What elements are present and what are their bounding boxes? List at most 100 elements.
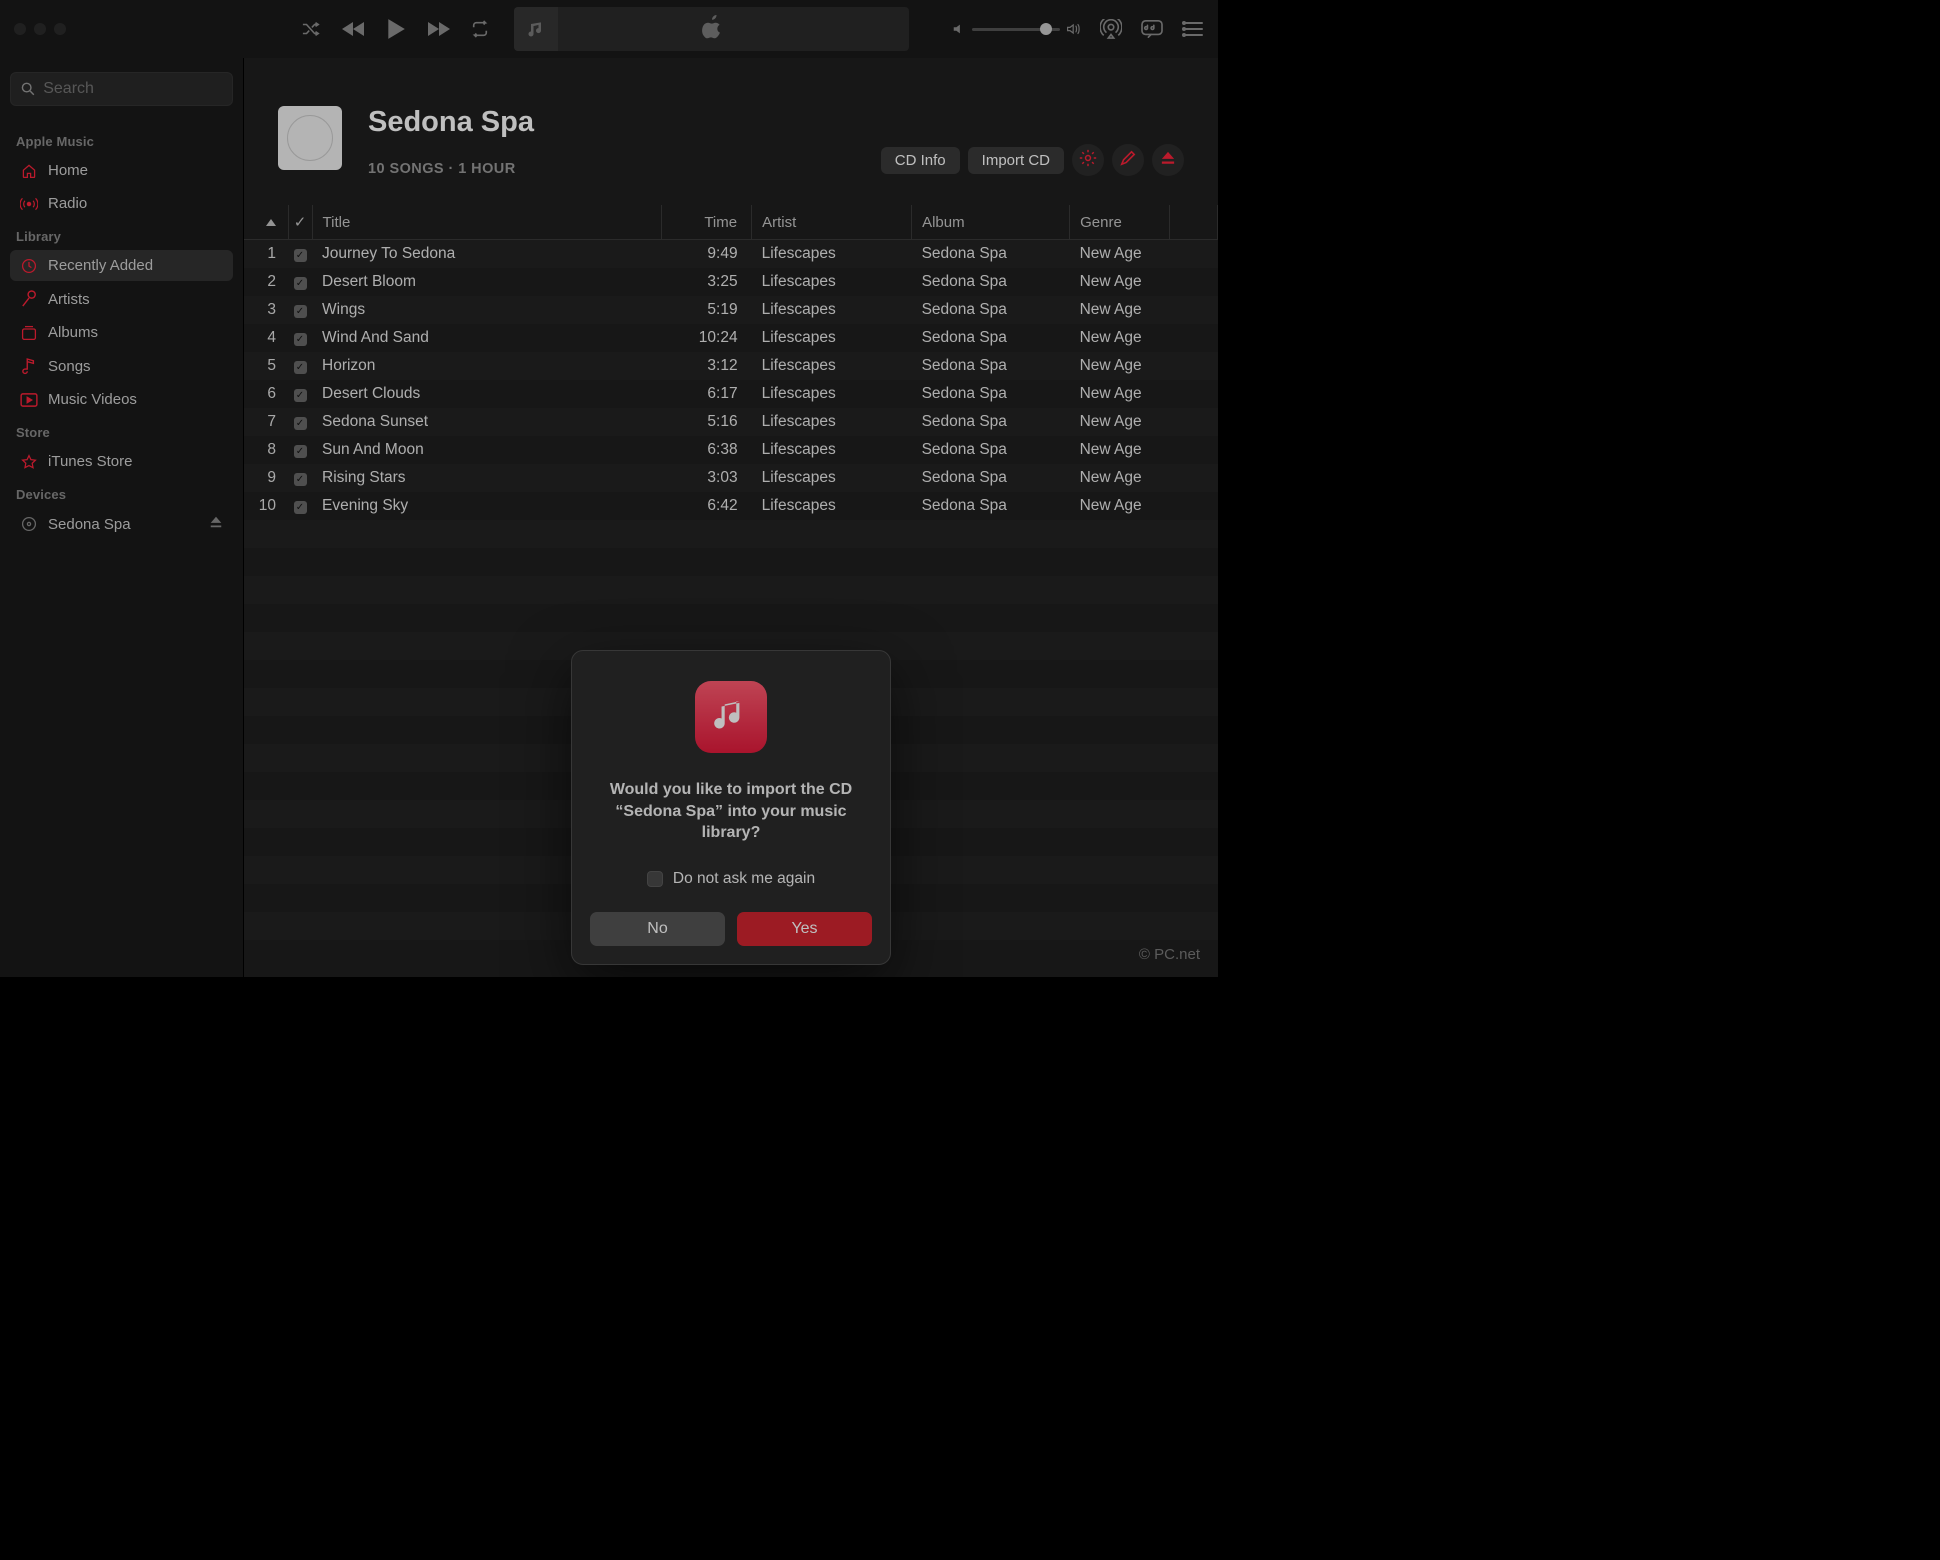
watermark: © PC.net — [1139, 946, 1200, 963]
track-checked[interactable]: ✓ — [288, 436, 312, 464]
table-row[interactable]: 3✓Wings5:19LifescapesSedona SpaNew Age — [244, 296, 1218, 324]
sidebar-item-home[interactable]: Home — [10, 155, 233, 186]
table-row[interactable]: 1✓Journey To Sedona9:49LifescapesSedona … — [244, 240, 1218, 268]
track-artist: Lifescapes — [752, 436, 912, 464]
pencil-icon — [1120, 150, 1136, 171]
track-time: 6:42 — [662, 492, 752, 520]
track-time: 6:17 — [662, 380, 752, 408]
search-icon — [21, 81, 35, 97]
col-time[interactable]: Time — [662, 205, 752, 240]
track-checked[interactable]: ✓ — [288, 464, 312, 492]
sidebar-item-label: Songs — [48, 358, 91, 375]
track-checked[interactable]: ✓ — [288, 492, 312, 520]
sidebar-item-albums[interactable]: Albums — [10, 317, 233, 348]
import-dialog: Would you like to import the CD “Sedona … — [571, 650, 891, 965]
lyrics-icon[interactable] — [1140, 19, 1164, 39]
yes-button[interactable]: Yes — [737, 912, 872, 946]
track-genre: New Age — [1070, 296, 1170, 324]
window-controls[interactable] — [14, 23, 66, 35]
eject-icon[interactable] — [209, 515, 223, 533]
eject-icon — [1160, 151, 1176, 170]
settings-button[interactable] — [1072, 144, 1104, 176]
repeat-icon[interactable] — [470, 20, 490, 38]
track-artist: Lifescapes — [752, 240, 912, 268]
track-genre: New Age — [1070, 324, 1170, 352]
sidebar-item-music-videos[interactable]: Music Videos — [10, 384, 233, 415]
search-field[interactable] — [10, 72, 233, 106]
track-time: 3:25 — [662, 268, 752, 296]
sidebar-item-songs[interactable]: Songs — [10, 350, 233, 382]
play-icon[interactable] — [386, 18, 406, 40]
track-checked[interactable]: ✓ — [288, 408, 312, 436]
col-number[interactable] — [244, 205, 288, 240]
table-row[interactable]: 4✓Wind And Sand10:24LifescapesSedona Spa… — [244, 324, 1218, 352]
track-time: 9:49 — [662, 240, 752, 268]
volume-slider[interactable] — [952, 22, 1082, 36]
col-extra[interactable] — [1170, 205, 1218, 240]
track-title: Sedona Sunset — [312, 408, 662, 436]
sidebar-item-radio[interactable]: Radio — [10, 188, 233, 219]
import-cd-button[interactable]: Import CD — [968, 147, 1064, 174]
cd-info-button[interactable]: CD Info — [881, 147, 960, 174]
track-checked[interactable]: ✓ — [288, 240, 312, 268]
track-genre: New Age — [1070, 408, 1170, 436]
sidebar-item-artists[interactable]: Artists — [10, 283, 233, 315]
track-checked[interactable]: ✓ — [288, 380, 312, 408]
airplay-icon[interactable] — [1100, 19, 1122, 39]
track-number: 5 — [244, 352, 288, 380]
sidebar-item-label: Sedona Spa — [48, 516, 131, 533]
disc-icon — [20, 516, 38, 532]
track-time: 3:12 — [662, 352, 752, 380]
sidebar: Apple Music Home Radio Library Recently … — [0, 58, 244, 977]
track-number: 6 — [244, 380, 288, 408]
track-genre: New Age — [1070, 352, 1170, 380]
track-genre: New Age — [1070, 380, 1170, 408]
col-title[interactable]: Title — [312, 205, 662, 240]
table-row[interactable]: 2✓Desert Bloom3:25LifescapesSedona SpaNe… — [244, 268, 1218, 296]
table-row[interactable]: 5✓Horizon3:12LifescapesSedona SpaNew Age — [244, 352, 1218, 380]
gear-icon — [1079, 149, 1097, 172]
track-title: Desert Bloom — [312, 268, 662, 296]
track-album: Sedona Spa — [912, 268, 1070, 296]
track-table: ✓ Title Time Artist Album Genre 1✓Journe… — [244, 205, 1218, 520]
do-not-ask-checkbox[interactable] — [647, 871, 663, 887]
home-icon — [20, 163, 38, 179]
table-row[interactable]: 9✓Rising Stars3:03LifescapesSedona SpaNe… — [244, 464, 1218, 492]
mic-icon — [20, 290, 38, 308]
section-apple-music: Apple Music — [10, 126, 233, 153]
section-store: Store — [10, 417, 233, 444]
track-artist: Lifescapes — [752, 268, 912, 296]
track-genre: New Age — [1070, 492, 1170, 520]
col-album[interactable]: Album — [912, 205, 1070, 240]
track-album: Sedona Spa — [912, 380, 1070, 408]
col-checked[interactable]: ✓ — [288, 205, 312, 240]
track-checked[interactable]: ✓ — [288, 296, 312, 324]
queue-icon[interactable] — [1182, 20, 1204, 38]
search-input[interactable] — [43, 80, 222, 98]
no-button[interactable]: No — [590, 912, 725, 946]
track-number: 8 — [244, 436, 288, 464]
edit-button[interactable] — [1112, 144, 1144, 176]
track-title: Sun And Moon — [312, 436, 662, 464]
track-album: Sedona Spa — [912, 324, 1070, 352]
shuffle-icon[interactable] — [300, 20, 322, 38]
eject-button[interactable] — [1152, 144, 1184, 176]
sidebar-item-label: iTunes Store — [48, 453, 133, 470]
sidebar-item-cd[interactable]: Sedona Spa — [10, 508, 233, 540]
table-row[interactable]: 6✓Desert Clouds6:17LifescapesSedona SpaN… — [244, 380, 1218, 408]
table-row[interactable]: 8✓Sun And Moon6:38LifescapesSedona SpaNe… — [244, 436, 1218, 464]
track-album: Sedona Spa — [912, 296, 1070, 324]
album-artwork — [278, 106, 342, 170]
col-artist[interactable]: Artist — [752, 205, 912, 240]
previous-icon[interactable] — [342, 21, 366, 37]
sidebar-item-recently-added[interactable]: Recently Added — [10, 250, 233, 281]
next-icon[interactable] — [426, 21, 450, 37]
sidebar-item-itunes-store[interactable]: iTunes Store — [10, 446, 233, 477]
track-checked[interactable]: ✓ — [288, 352, 312, 380]
table-row[interactable]: 10✓Evening Sky6:42LifescapesSedona SpaNe… — [244, 492, 1218, 520]
track-checked[interactable]: ✓ — [288, 268, 312, 296]
track-album: Sedona Spa — [912, 240, 1070, 268]
track-checked[interactable]: ✓ — [288, 324, 312, 352]
table-row[interactable]: 7✓Sedona Sunset5:16LifescapesSedona SpaN… — [244, 408, 1218, 436]
col-genre[interactable]: Genre — [1070, 205, 1170, 240]
